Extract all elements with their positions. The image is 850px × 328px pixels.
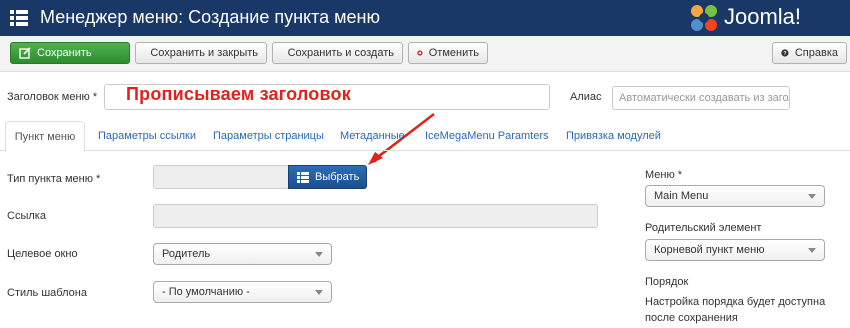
template-style-select[interactable]: - По умолчанию - <box>153 281 332 303</box>
joomla-logo: Joomla! <box>688 3 838 33</box>
target-window-label: Целевое окно <box>7 248 78 260</box>
save-close-button[interactable]: Сохранить и закрыть <box>135 42 267 64</box>
select-type-label: Выбрать <box>315 171 360 183</box>
tab-module-assignment[interactable]: Привязка модулей <box>566 121 661 152</box>
save-new-label: Сохранить и создать <box>287 47 394 59</box>
select-type-button[interactable]: Выбрать <box>288 165 367 189</box>
chevron-down-icon <box>315 290 323 295</box>
question-icon: ? <box>781 49 789 57</box>
alias-input[interactable]: Автоматически создавать из загол <box>612 86 790 110</box>
cancel-button[interactable]: Отменить <box>408 42 488 64</box>
menu-value: Main Menu <box>654 190 709 202</box>
chevron-down-icon <box>808 248 816 253</box>
tab-link-params[interactable]: Параметры ссылки <box>98 121 196 152</box>
save-button[interactable]: Сохранить <box>10 42 130 64</box>
svg-text:?: ? <box>783 51 786 57</box>
ordering-note: Настройка порядка будет доступна после с… <box>645 296 826 324</box>
alias-label: Алиас <box>570 91 602 103</box>
tab-menu-item[interactable]: Пункт меню <box>5 121 85 152</box>
chevron-down-icon <box>808 194 816 199</box>
save-close-label: Сохранить и закрыть <box>150 47 258 59</box>
plus-icon <box>281 52 282 54</box>
toolbar: Сохранить Сохранить и закрыть Сохранить … <box>0 36 850 72</box>
joomla-logo-icon <box>691 5 717 31</box>
help-button[interactable]: ? Справка <box>772 42 847 64</box>
parent-item-label: Родительский элемент <box>645 222 762 234</box>
joomla-brand-text: Joomla! <box>724 4 802 29</box>
page-title: Менеджер меню: Создание пункта меню <box>40 7 380 27</box>
edit-icon <box>19 47 31 59</box>
save-button-label: Сохранить <box>37 47 92 59</box>
parent-item-value: Корневой пункт меню <box>654 244 765 256</box>
cancel-label: Отменить <box>428 47 479 59</box>
annotation-text: Прописываем заголовок <box>126 84 351 104</box>
target-window-select[interactable]: Родитель <box>153 243 332 265</box>
link-field <box>153 204 598 228</box>
tab-bar: Пункт меню Параметры ссылки Параметры ст… <box>0 121 850 152</box>
header-bar: Менеджер меню: Создание пункта меню Joom… <box>0 0 850 36</box>
tab-metadata[interactable]: Метаданные <box>340 121 405 152</box>
save-new-button[interactable]: Сохранить и создать <box>272 42 403 64</box>
menu-select[interactable]: Main Menu <box>645 185 825 207</box>
list-icon <box>297 171 309 183</box>
menu-label: Меню * <box>645 169 683 181</box>
menu-icon <box>10 10 28 26</box>
help-label: Справка <box>794 47 838 59</box>
tab-page-params[interactable]: Параметры страницы <box>213 121 324 152</box>
menu-item-type-field <box>153 165 289 189</box>
link-label: Ссылка <box>7 210 46 222</box>
tab-icemegamenu[interactable]: IceMegaMenu Paramters <box>425 121 549 152</box>
template-style-label: Стиль шаблона <box>7 287 87 299</box>
ordering-label: Порядок <box>645 276 689 288</box>
parent-item-select[interactable]: Корневой пункт меню <box>645 239 825 261</box>
template-style-value: - По умолчанию - <box>162 286 250 298</box>
title-label: Заголовок меню * <box>7 91 98 103</box>
chevron-down-icon <box>315 252 323 257</box>
menu-item-type-label: Тип пункта меню * <box>7 173 101 185</box>
cancel-circle-icon <box>417 50 423 56</box>
target-window-value: Родитель <box>162 248 211 260</box>
